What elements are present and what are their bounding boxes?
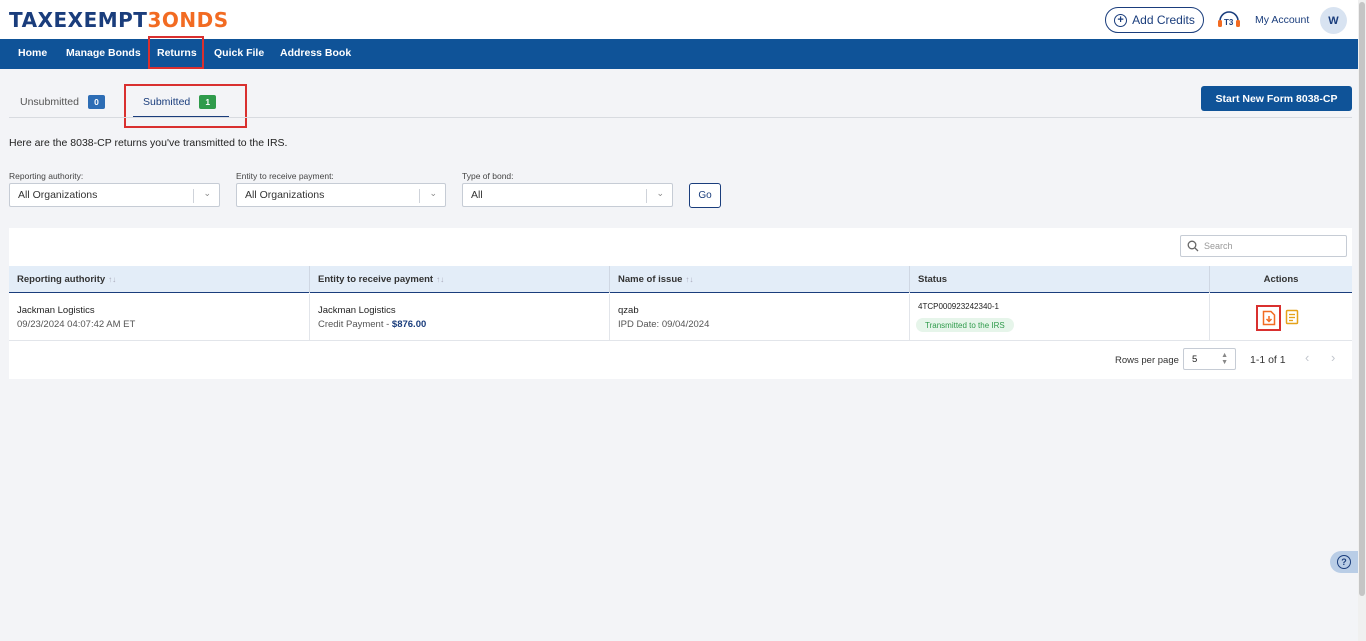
- entity-label: Entity to receive payment:: [236, 171, 334, 181]
- download-pdf-icon: [1262, 310, 1275, 326]
- col-actions: Actions: [1210, 266, 1352, 293]
- stepper-icon: ▲ ▼: [1221, 352, 1228, 366]
- search-input[interactable]: Search: [1180, 235, 1347, 257]
- submission-id: 4TCP000923242340-1: [918, 302, 999, 311]
- cell-entity: Jackman Logistics Credit Payment - $876.…: [310, 294, 610, 341]
- sort-icon[interactable]: ↑↓: [685, 275, 693, 284]
- select-separator: [646, 189, 647, 203]
- col-label: Actions: [1263, 274, 1299, 285]
- my-account-link[interactable]: My Account: [1255, 14, 1309, 26]
- avatar[interactable]: W: [1320, 7, 1347, 34]
- payment-label: Credit Payment -: [318, 319, 392, 330]
- bond-type-label: Type of bond:: [462, 171, 514, 181]
- add-credits-button[interactable]: + Add Credits: [1105, 7, 1204, 33]
- top-header: TAXEXEMPT3ONDS + Add Credits T3 My Accou…: [0, 0, 1358, 39]
- issue-name: qzab: [618, 305, 639, 316]
- status-badge: Transmitted to the IRS: [916, 318, 1014, 332]
- sort-icon[interactable]: ↑↓: [436, 275, 444, 284]
- cell-actions: [1210, 294, 1352, 341]
- unsubmitted-count-badge: 0: [87, 95, 105, 109]
- chevron-down-icon: ⌄: [203, 188, 211, 198]
- col-label: Status: [918, 274, 948, 285]
- tab-submitted-highlight: [124, 84, 247, 128]
- support-headset-icon[interactable]: T3: [1216, 9, 1242, 31]
- logo[interactable]: TAXEXEMPT3ONDS: [9, 8, 229, 32]
- prev-page-icon[interactable]: ‹: [1305, 350, 1309, 365]
- chevron-down-icon: ⌄: [429, 188, 437, 198]
- rows-per-page-select[interactable]: 5 ▲ ▼: [1183, 348, 1236, 370]
- table-row[interactable]: Jackman Logistics 09/23/2024 04:07:42 AM…: [9, 294, 1352, 341]
- col-label: Reporting authority: [17, 274, 106, 285]
- submission-timestamp: 09/23/2024 04:07:42 AM ET: [17, 319, 136, 330]
- logo-part-2: 3ONDS: [147, 8, 229, 32]
- help-icon: ?: [1337, 555, 1351, 569]
- svg-text:T3: T3: [1224, 18, 1234, 27]
- entity-value: All Organizations: [245, 189, 325, 201]
- ipd-date: IPD Date: 09/04/2024: [618, 319, 710, 330]
- sort-icon[interactable]: ↑↓: [108, 275, 116, 284]
- col-name-of-issue[interactable]: Name of issue ↑↓: [610, 266, 910, 293]
- go-button[interactable]: Go: [689, 183, 721, 208]
- search-icon: [1187, 240, 1199, 252]
- table-header: Reporting authority ↑↓ Entity to receive …: [9, 266, 1352, 293]
- col-label: Name of issue: [618, 274, 683, 285]
- download-pdf-button[interactable]: [1256, 305, 1281, 331]
- rows-per-page-value: 5: [1192, 353, 1198, 365]
- payment-line: Credit Payment - $876.00: [318, 319, 426, 330]
- entity-select[interactable]: All Organizations ⌄: [236, 183, 446, 207]
- nav-home[interactable]: Home: [18, 47, 47, 59]
- reporting-authority-name: Jackman Logistics: [17, 305, 95, 316]
- reporting-authority-value: All Organizations: [18, 189, 98, 201]
- nav-address-book[interactable]: Address Book: [280, 47, 351, 59]
- entity-name: Jackman Logistics: [318, 305, 396, 316]
- next-page-icon[interactable]: ›: [1331, 350, 1335, 365]
- select-separator: [419, 189, 420, 203]
- nav-returns-highlight: [148, 36, 204, 69]
- reporting-authority-select[interactable]: All Organizations ⌄: [9, 183, 220, 207]
- cell-reporting-authority: Jackman Logistics 09/23/2024 04:07:42 AM…: [9, 294, 310, 341]
- add-credits-label: Add Credits: [1132, 13, 1195, 27]
- page-scrollbar[interactable]: [1358, 0, 1366, 641]
- select-separator: [193, 189, 194, 203]
- view-document-icon[interactable]: [1285, 309, 1299, 325]
- search-placeholder: Search: [1204, 241, 1233, 251]
- chevron-down-icon: ⌄: [656, 188, 664, 198]
- col-entity[interactable]: Entity to receive payment ↑↓: [310, 266, 610, 293]
- reporting-authority-label: Reporting authority:: [9, 171, 84, 181]
- payment-amount: $876.00: [391, 319, 427, 330]
- help-button[interactable]: ?: [1330, 551, 1358, 573]
- cell-name-of-issue: qzab IPD Date: 09/04/2024: [610, 294, 910, 341]
- intro-text: Here are the 8038-CP returns you've tran…: [9, 137, 288, 149]
- scrollbar-thumb[interactable]: [1359, 2, 1365, 596]
- logo-part-1: TAXEXEMPT: [9, 8, 148, 32]
- plus-icon: +: [1114, 13, 1128, 27]
- tab-unsubmitted-label: Unsubmitted: [20, 96, 79, 108]
- cell-status: 4TCP000923242340-1 Transmitted to the IR…: [910, 294, 1210, 341]
- col-status: Status: [910, 266, 1210, 293]
- bond-type-value: All: [471, 189, 483, 201]
- bond-type-select[interactable]: All ⌄: [462, 183, 673, 207]
- nav-manage-bonds[interactable]: Manage Bonds: [66, 47, 141, 59]
- rows-per-page-label: Rows per page: [1115, 355, 1179, 366]
- col-reporting-authority[interactable]: Reporting authority ↑↓: [9, 266, 310, 293]
- start-new-form-button[interactable]: Start New Form 8038-CP: [1201, 86, 1352, 111]
- tabs-divider: [9, 117, 1352, 118]
- nav-quick-file[interactable]: Quick File: [214, 47, 264, 59]
- col-label: Entity to receive payment: [318, 274, 434, 285]
- pagination-range: 1-1 of 1: [1250, 354, 1286, 366]
- tab-unsubmitted[interactable]: Unsubmitted 0: [20, 95, 105, 109]
